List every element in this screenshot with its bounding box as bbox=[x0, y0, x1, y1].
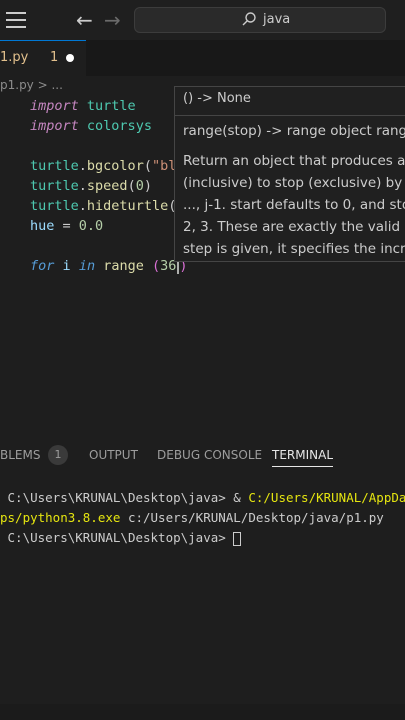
terminal-line-1: C:\Users\KRUNAL\Desktop\java> & C:/Users… bbox=[7, 490, 405, 505]
hover-line: (inclusive) to stop (exclusive) by ste bbox=[183, 175, 405, 191]
problems-count-badge: 1 bbox=[48, 445, 68, 465]
status-bar bbox=[0, 704, 405, 720]
hover-line: ..., j-1. start defaults to 0, and stop bbox=[183, 197, 405, 213]
tab-debug-console[interactable]: DEBUG CONSOLE bbox=[157, 448, 262, 462]
tab-problems[interactable]: BLEMS bbox=[0, 448, 40, 462]
code-line-5: turtle.speed(0) bbox=[30, 178, 152, 194]
terminal-line-3: C:\Users\KRUNAL\Desktop\java> bbox=[0, 530, 242, 546]
search-text: java bbox=[263, 12, 291, 27]
hover-divider bbox=[175, 115, 405, 116]
terminal-cursor bbox=[233, 531, 242, 546]
hover-signature: () -> None bbox=[183, 91, 251, 106]
editor-tab-bar: 1.py 1 bbox=[0, 40, 405, 76]
search-icon bbox=[242, 12, 256, 26]
tab-problem-count: 1 bbox=[50, 50, 59, 65]
unsaved-dot-icon[interactable] bbox=[66, 54, 74, 62]
tab-output[interactable]: OUTPUT bbox=[89, 448, 138, 462]
tab-terminal[interactable]: TERMINAL bbox=[272, 448, 334, 467]
breadcrumb[interactable]: p1.py > ... bbox=[0, 78, 63, 92]
hover-tooltip: () -> None range(stop) -> range object r… bbox=[174, 86, 405, 262]
menu-icon[interactable] bbox=[6, 12, 26, 28]
arrow-left-icon[interactable]: ← bbox=[76, 8, 93, 32]
code-line-6: turtle.hideturtle( bbox=[30, 198, 177, 214]
code-line-1: import turtle bbox=[30, 98, 136, 114]
code-line-2: import colorsys bbox=[30, 118, 152, 134]
tab-label: 1.py bbox=[0, 50, 29, 65]
hover-line: step is given, it specifies the incren bbox=[183, 241, 405, 257]
command-center-search[interactable]: java bbox=[134, 7, 386, 33]
hover-line: range(stop) -> range object range bbox=[183, 123, 405, 139]
hover-line: Return an object that produces a s bbox=[183, 153, 405, 169]
code-line-4: turtle.bgcolor("bl bbox=[30, 158, 177, 174]
code-line-7: hue = 0.0 bbox=[30, 218, 104, 234]
hover-line: 2, 3. These are exactly the valid inc bbox=[183, 219, 405, 235]
tab-p1-py[interactable]: 1.py 1 bbox=[0, 40, 86, 76]
arrow-right-icon[interactable]: → bbox=[104, 8, 121, 32]
panel-tab-bar: BLEMS 1 OUTPUT DEBUG CONSOLE TERMINAL bbox=[0, 442, 405, 472]
terminal-line-2: ps/python3.8.exe c:/Users/KRUNAL/Desktop… bbox=[0, 510, 384, 525]
code-line-9: for i in range (36) bbox=[30, 258, 188, 274]
title-bar: ← → java bbox=[0, 0, 405, 40]
